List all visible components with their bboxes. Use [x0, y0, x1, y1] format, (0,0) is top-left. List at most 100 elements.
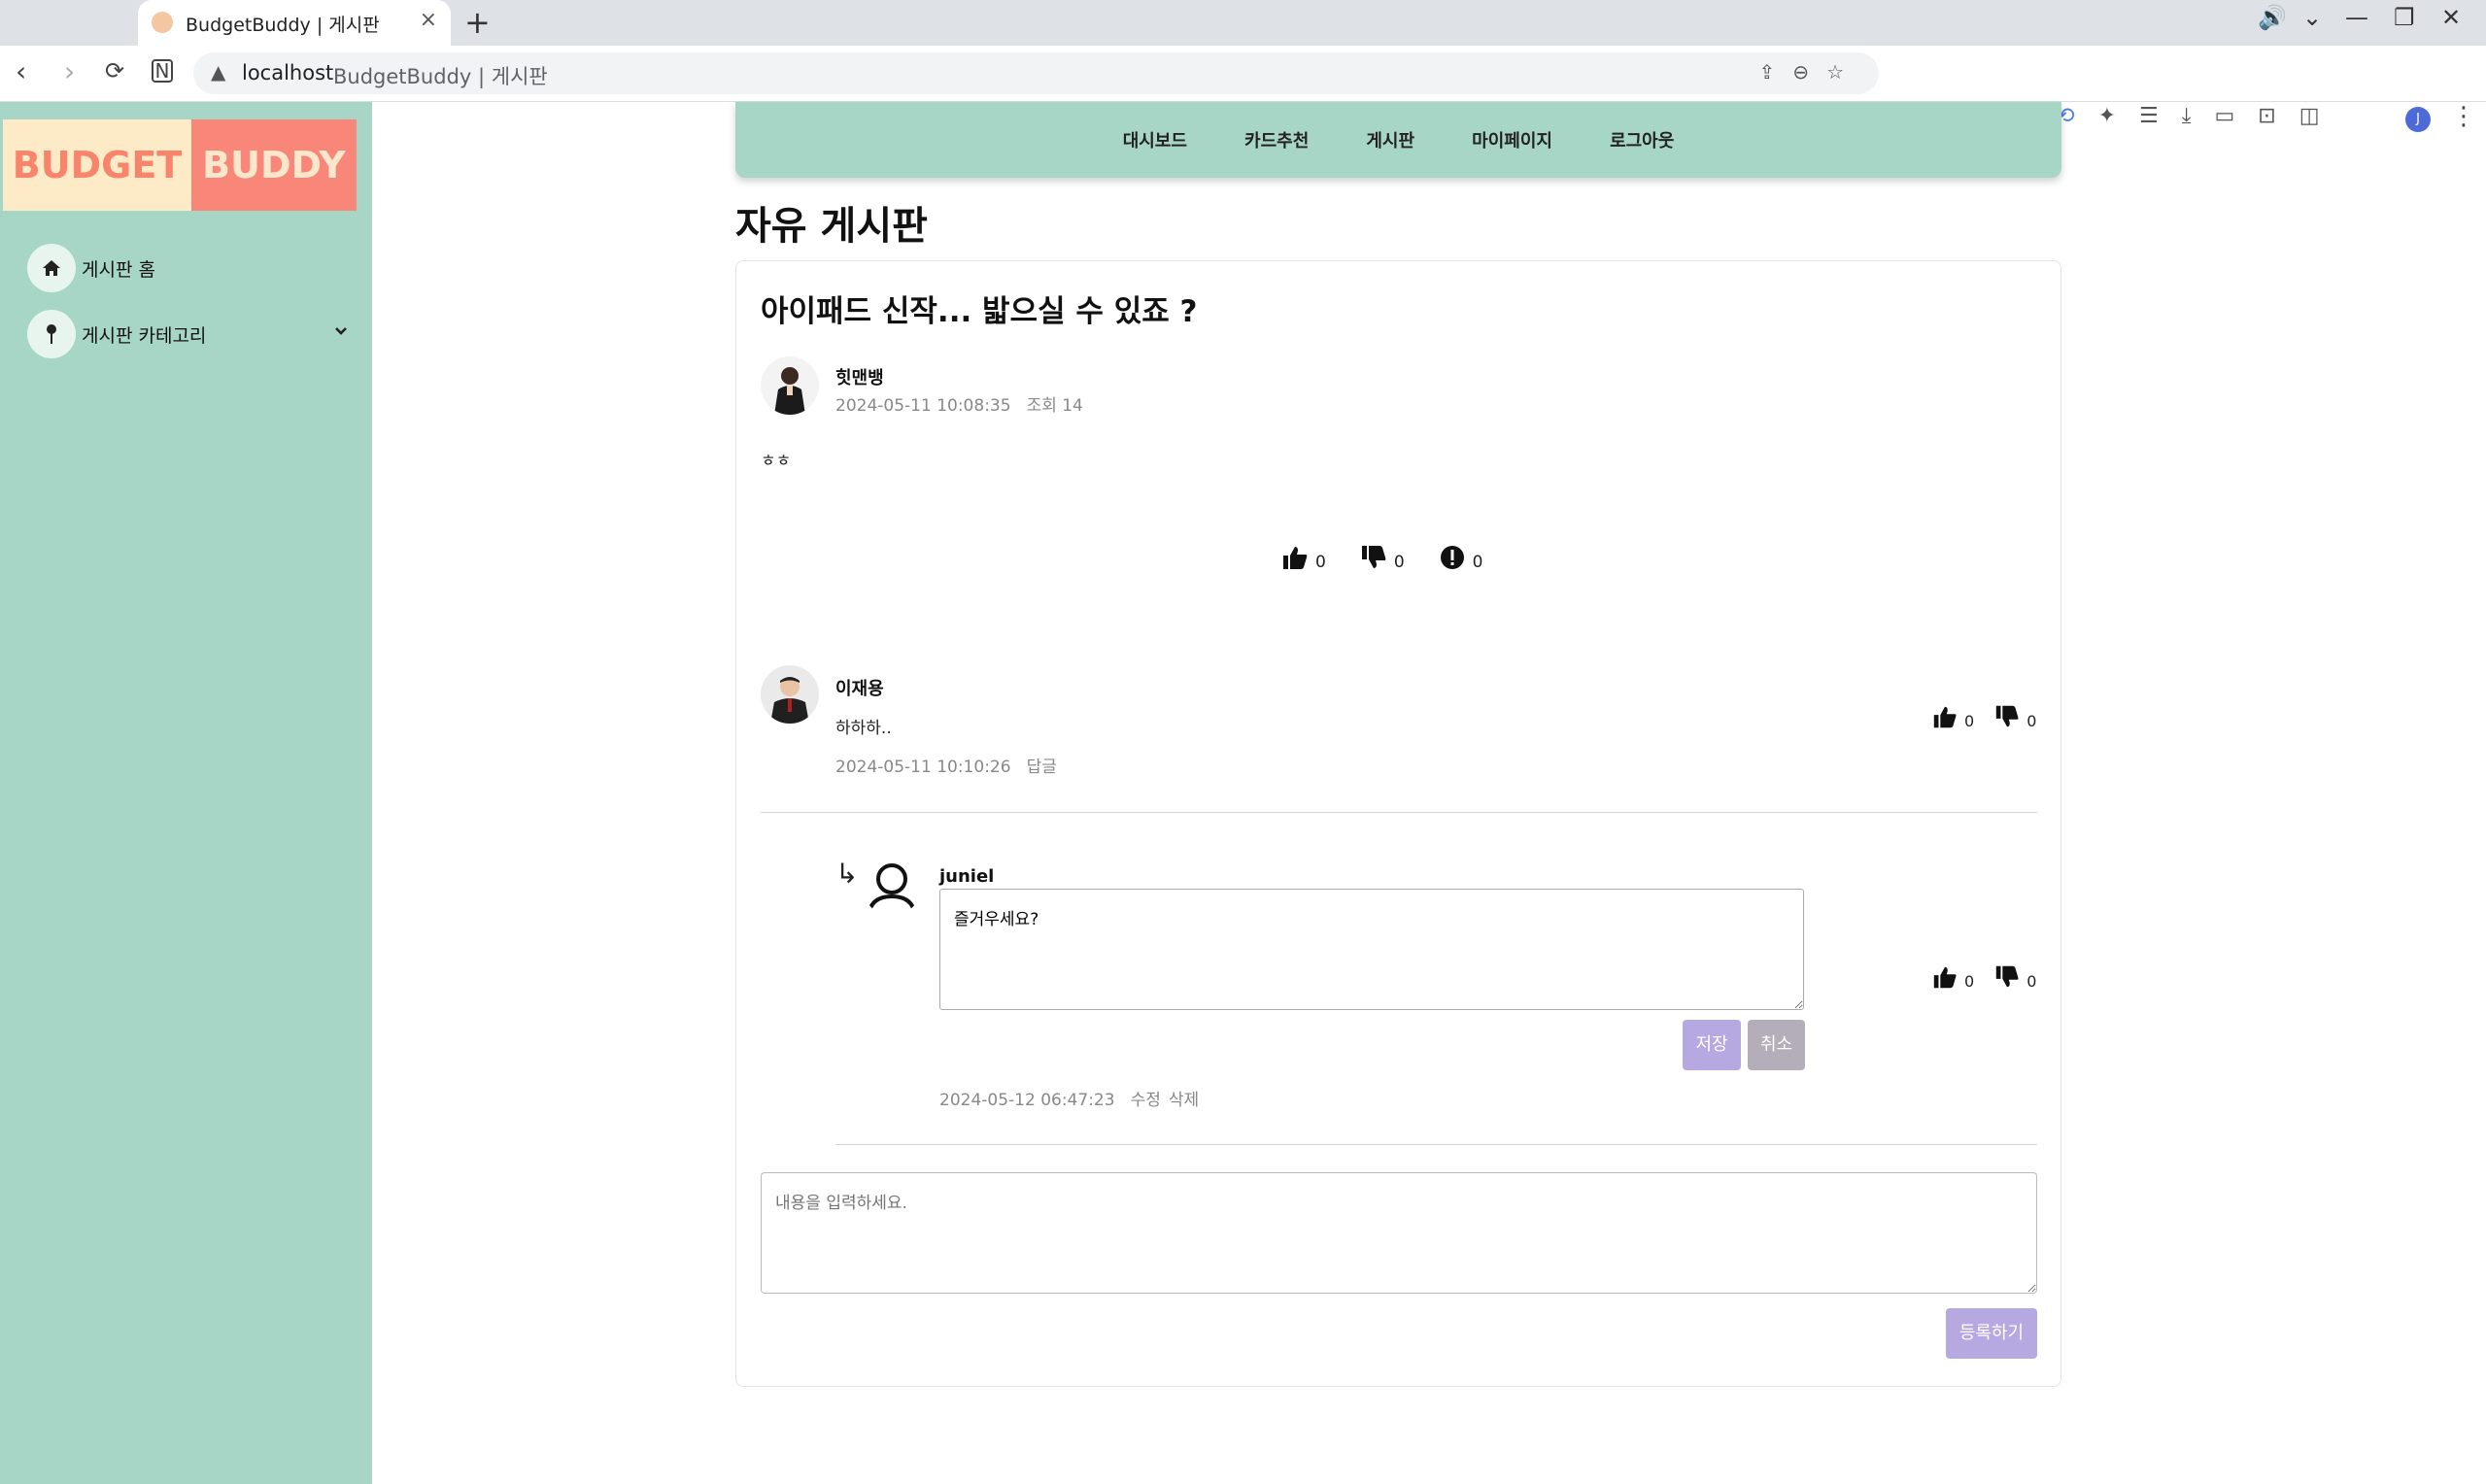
cast-icon[interactable]: ▭	[2214, 104, 2258, 128]
notion-extension-icon[interactable]: N	[152, 59, 173, 83]
thumbs-down-icon	[1995, 965, 2019, 988]
thumbs-up-icon	[1933, 706, 1957, 728]
extensions-puzzle-icon[interactable]: ✦	[2098, 104, 2139, 128]
reply-author: juniel	[939, 866, 995, 887]
post-title: 아이패드 신작... 밟으실 수 있죠 ?	[761, 294, 1198, 329]
edit-link[interactable]: 수정	[1131, 1091, 1161, 1110]
sidebar-item-board-category[interactable]: 게시판 카테고리	[27, 309, 348, 359]
address-bar[interactable]: ▲ localhost BudgetBuddy | 게시판 ⇪⊖☆	[193, 52, 1879, 94]
profile-avatar[interactable]: J	[2405, 107, 2431, 132]
tab-favicon-icon	[152, 12, 173, 33]
new-tab-icon[interactable]: +	[464, 4, 491, 41]
post-dislike-button[interactable]: 0	[1359, 543, 1405, 572]
comment-meta: 2024-05-11 10:10:26 답글	[835, 753, 1073, 777]
download-icon[interactable]: ⤓	[2182, 104, 2215, 128]
thumbs-down-icon	[1995, 705, 2019, 727]
info-warning-icon[interactable]: ▲	[211, 60, 225, 84]
comment-dislike-button[interactable]: 0	[1993, 703, 2036, 730]
url-host: localhost	[242, 61, 334, 84]
post-author: 힛맨뱅	[835, 368, 884, 388]
reply-like-count: 0	[1964, 972, 1975, 991]
post-report-button[interactable]: 0	[1438, 543, 1483, 572]
pin-icon	[27, 310, 76, 358]
side-panel-icon[interactable]: ◫	[2299, 104, 2343, 128]
cancel-button[interactable]: 취소	[1748, 1020, 1805, 1070]
browser-toolbar: ‹ › ⟳ N ▲ localhost BudgetBuddy | 게시판 ⇪⊖…	[0, 46, 2486, 132]
comment-reactions: 0 0	[1931, 703, 2036, 730]
browser-tab[interactable]: BudgetBuddy | 게시판 ×	[138, 0, 451, 46]
submit-comment-button[interactable]: 등록하기	[1946, 1308, 2037, 1359]
share-icon[interactable]: ⇪	[1759, 60, 1793, 84]
sidebar-item-board-home[interactable]: 게시판 홈	[27, 243, 348, 293]
screenshot-icon[interactable]: ⊡	[2258, 104, 2299, 128]
nav-logout[interactable]: 로그아웃	[1610, 127, 1674, 152]
comment-date: 2024-05-11 10:10:26	[835, 758, 1011, 777]
post-report-count: 0	[1472, 553, 1483, 572]
new-comment-textarea[interactable]	[761, 1172, 2037, 1294]
comment-divider	[761, 812, 2037, 813]
budgetbuddy-logo[interactable]: BUDGET BUDDY	[3, 119, 357, 211]
delete-link[interactable]: 삭제	[1169, 1091, 1199, 1110]
thumbs-up-icon	[1283, 547, 1308, 569]
reply-like-button[interactable]: 0	[1931, 963, 1974, 991]
reply-meta: 2024-05-12 06:47:23 수정 삭제	[939, 1086, 1214, 1110]
post-reactions: 0 0 0	[1280, 543, 1482, 572]
tab-close-icon[interactable]: ×	[420, 8, 437, 32]
save-button[interactable]: 저장	[1683, 1020, 1741, 1070]
reply-date: 2024-05-12 06:47:23	[939, 1091, 1115, 1110]
thumbs-down-icon	[1361, 546, 1386, 568]
top-navigation: 대시보드 카드추천 게시판 마이페이지 로그아웃	[735, 102, 2061, 178]
minimize-icon[interactable]: —	[2345, 4, 2368, 31]
browser-tab-strip: BudgetBuddy | 게시판 × + 🔊 ⌄ — ❐ ✕	[0, 0, 2486, 46]
comment-author: 이재용	[835, 679, 884, 699]
post-views: 조회 14	[1026, 396, 1083, 416]
exclamation-circle-icon	[1440, 546, 1464, 569]
reload-icon[interactable]: ⟳	[105, 57, 124, 84]
author-avatar	[761, 356, 819, 415]
comment-like-count: 0	[1964, 712, 1975, 730]
page-title: 자유 게시판	[735, 204, 928, 249]
comment-text: 하하하..	[835, 719, 892, 738]
omnibox-actions: ⇪⊖☆	[1759, 60, 1861, 84]
sidebar-item-label: 게시판 카테고리	[82, 324, 207, 347]
forward-icon[interactable]: ›	[64, 55, 75, 87]
logo-budget: BUDGET	[3, 119, 191, 211]
sidebar: BUDGET BUDDY 게시판 홈 게시판 카테고리	[0, 102, 372, 1484]
close-window-icon[interactable]: ✕	[2441, 4, 2461, 31]
reply-divider	[835, 1144, 2037, 1145]
chevron-down-icon[interactable]	[334, 320, 348, 341]
comment-like-button[interactable]: 0	[1931, 703, 1974, 730]
nav-card-recommend[interactable]: 카드추천	[1244, 127, 1309, 152]
audio-icon[interactable]: 🔊	[2258, 4, 2287, 31]
tab-search-chevron-icon[interactable]: ⌄	[2302, 4, 2322, 31]
back-icon[interactable]: ‹	[16, 55, 26, 87]
nav-mypage[interactable]: 마이페이지	[1472, 127, 1552, 152]
post-dislike-count: 0	[1393, 553, 1405, 572]
reply-dislike-button[interactable]: 0	[1993, 963, 2036, 991]
post-meta: 2024-05-11 10:08:35 조회 14	[835, 391, 1099, 416]
post-body: ㅎㅎ	[761, 452, 792, 471]
thumbs-up-icon	[1933, 966, 1957, 989]
sidebar-item-label: 게시판 홈	[82, 258, 155, 281]
comment-avatar	[761, 665, 819, 724]
reply-dislike-count: 0	[2026, 972, 2037, 991]
url-title: BudgetBuddy | 게시판	[333, 65, 548, 88]
nav-dashboard[interactable]: 대시보드	[1123, 127, 1187, 152]
tab-title: BudgetBuddy | 게시판	[186, 15, 380, 36]
home-icon	[27, 244, 76, 292]
zoom-out-icon[interactable]: ⊖	[1792, 60, 1826, 84]
reply-reactions: 0 0	[1931, 963, 2036, 991]
browser-menu-icon[interactable]: ⋮	[2451, 102, 2476, 131]
reply-link[interactable]: 답글	[1027, 758, 1057, 777]
restore-icon[interactable]: ❐	[2394, 4, 2415, 31]
post-date: 2024-05-11 10:08:35	[835, 396, 1011, 416]
post-like-button[interactable]: 0	[1280, 543, 1326, 572]
reply-edit-textarea[interactable]: 즐거우세요?	[939, 889, 1804, 1010]
reading-list-icon[interactable]: ☰	[2139, 104, 2182, 128]
extension-5-icon[interactable]: ⟲	[2057, 104, 2097, 128]
logo-buddy: BUDDY	[191, 119, 357, 211]
nav-board[interactable]: 게시판	[1366, 127, 1414, 152]
comment-dislike-count: 0	[2026, 712, 2037, 730]
post-like-count: 0	[1315, 553, 1326, 572]
bookmark-star-icon[interactable]: ☆	[1826, 60, 1861, 84]
